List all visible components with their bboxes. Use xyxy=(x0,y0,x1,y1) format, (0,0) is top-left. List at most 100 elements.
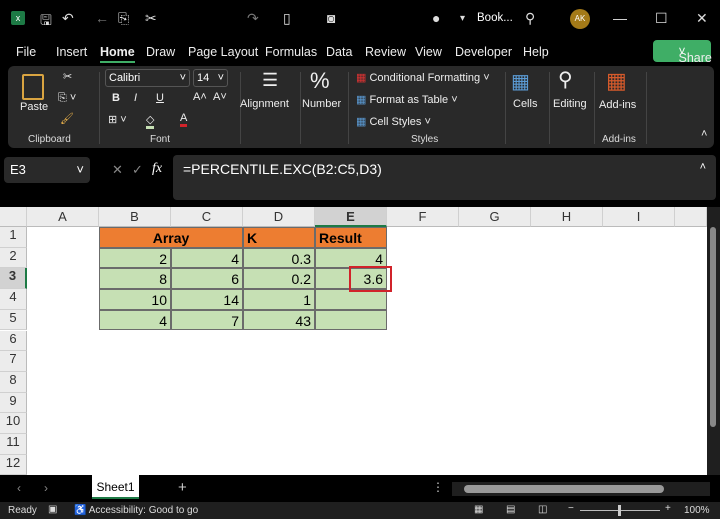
redo-icon[interactable]: ↷ xyxy=(247,10,259,27)
back-icon[interactable]: ← xyxy=(95,10,109,26)
cell-C3[interactable]: 6 xyxy=(171,268,243,290)
cell-styles-button[interactable]: ▦ Cell Styles ˅ xyxy=(356,115,431,128)
new-file-icon[interactable]: ▯ xyxy=(283,10,291,27)
column-header-F[interactable]: F xyxy=(387,207,459,227)
column-header-D[interactable]: D xyxy=(243,207,315,227)
cell-E5[interactable] xyxy=(315,309,387,331)
font-color-icon[interactable]: A xyxy=(180,112,188,127)
cancel-icon[interactable]: ✕ xyxy=(112,162,123,178)
row-header-2[interactable]: 2 xyxy=(0,247,27,269)
underline-button[interactable]: U xyxy=(156,92,164,104)
cut-icon[interactable]: ✂ xyxy=(63,70,72,83)
row-header-4[interactable]: 4 xyxy=(0,289,27,310)
cells-button[interactable]: Cells xyxy=(513,98,537,110)
column-header-partial[interactable] xyxy=(675,207,707,227)
number-button[interactable]: Number xyxy=(302,98,341,110)
selected-cell-E3[interactable] xyxy=(349,266,392,293)
row-header-10[interactable]: 10 xyxy=(0,413,27,434)
menu-review[interactable]: Review xyxy=(365,45,406,59)
maximize-icon[interactable]: ☐ xyxy=(655,10,668,27)
cell-D2[interactable]: 0.3 xyxy=(243,247,315,269)
cell-C2[interactable]: 4 xyxy=(171,247,243,269)
cell-C4[interactable]: 14 xyxy=(171,289,243,310)
italic-button[interactable]: I xyxy=(134,92,137,104)
cell-B1-array-header[interactable]: Array xyxy=(99,227,243,248)
row-header-3[interactable]: 3 xyxy=(0,268,27,290)
row-header-8[interactable]: 8 xyxy=(0,371,27,393)
cell-D5[interactable]: 43 xyxy=(243,309,315,331)
column-header-E[interactable]: E xyxy=(315,207,387,227)
sheet-tab-sheet1[interactable]: Sheet1 xyxy=(92,475,139,499)
record-icon[interactable]: ● xyxy=(432,10,440,26)
addins-button[interactable]: Add-ins xyxy=(599,99,636,111)
editing-button[interactable]: Editing xyxy=(553,98,587,110)
alignment-button[interactable]: Alignment xyxy=(240,98,289,110)
customize-icon[interactable]: ▾ xyxy=(460,13,465,24)
normal-view-icon[interactable]: ▦ xyxy=(474,504,483,515)
row-header-12[interactable]: 12 xyxy=(0,454,27,476)
accessibility-status[interactable]: ♿ Accessibility: Good to go xyxy=(74,505,198,516)
borders-icon[interactable]: ⊞ ˅ xyxy=(108,113,127,126)
cell-B3[interactable]: 8 xyxy=(99,268,171,290)
zoom-out-icon[interactable]: − xyxy=(568,503,574,514)
copy-icon[interactable]: ⎘ ˅ xyxy=(58,92,76,105)
increase-font-icon[interactable]: A˄ xyxy=(193,91,207,103)
row-header-1[interactable]: 1 xyxy=(0,227,27,248)
page-break-view-icon[interactable]: ◫ xyxy=(538,504,547,515)
row-header-5[interactable]: 5 xyxy=(0,309,27,331)
save-icon[interactable]: 🖫 xyxy=(40,10,52,34)
cell-E1-result-header[interactable]: Result xyxy=(315,227,387,248)
macro-icon[interactable]: ▣ xyxy=(48,504,57,515)
zoom-level[interactable]: 100% xyxy=(684,505,710,516)
cell-B2[interactable]: 2 xyxy=(99,247,171,269)
menu-insert[interactable]: Insert xyxy=(56,45,87,59)
cell-E2[interactable]: 4 xyxy=(315,247,387,269)
camera-icon[interactable]: ◙ xyxy=(327,10,335,26)
column-header-C[interactable]: C xyxy=(171,207,243,227)
share-button[interactable]: Share ˅ xyxy=(653,40,712,65)
decrease-font-icon[interactable]: A˅ xyxy=(213,91,227,103)
prev-sheet-icon[interactable]: ‹ xyxy=(17,481,21,495)
menu-home[interactable]: Home xyxy=(100,45,135,63)
select-all-corner[interactable] xyxy=(0,207,27,227)
more-options-icon[interactable]: ⋮ xyxy=(432,480,444,494)
column-header-I[interactable]: I xyxy=(603,207,675,227)
row-header-11[interactable]: 11 xyxy=(0,434,27,455)
menu-page-layout[interactable]: Page Layout xyxy=(188,45,258,59)
menu-draw[interactable]: Draw xyxy=(146,45,175,59)
cell-D1-k-header[interactable]: K xyxy=(243,227,315,248)
bold-button[interactable]: B xyxy=(112,92,120,104)
collapse-ribbon-icon[interactable]: ˄ xyxy=(701,128,707,140)
zoom-slider[interactable] xyxy=(580,505,660,516)
page-layout-view-icon[interactable]: ▤ xyxy=(506,504,515,515)
cell-B4[interactable]: 10 xyxy=(99,289,171,310)
conditional-formatting-button[interactable]: ▦ Conditional Formatting ˅ xyxy=(356,71,490,84)
formula-input[interactable]: =PERCENTILE.EXC(B2:C5,D3) ˄ xyxy=(173,155,716,200)
insert-function-button[interactable]: fx xyxy=(152,161,162,177)
format-painter-icon[interactable]: 🖌 xyxy=(60,112,74,125)
search-icon[interactable]: ⚲ xyxy=(525,10,535,27)
undo-icon[interactable]: ↶ xyxy=(62,10,74,27)
paste-icon[interactable] xyxy=(22,74,44,100)
menu-help[interactable]: Help xyxy=(523,45,549,59)
horizontal-scrollbar[interactable] xyxy=(452,482,710,496)
menu-formulas[interactable]: Formulas xyxy=(265,45,317,59)
cell-D4[interactable]: 1 xyxy=(243,289,315,310)
close-icon[interactable]: ✕ xyxy=(696,10,708,27)
add-sheet-icon[interactable]: + xyxy=(178,479,187,496)
font-size-select[interactable]: 14 ˅ xyxy=(193,69,228,87)
vertical-scrollbar[interactable] xyxy=(707,207,720,475)
fill-color-icon[interactable]: ◇ xyxy=(146,113,155,129)
next-sheet-icon[interactable]: › xyxy=(44,481,48,495)
menu-developer[interactable]: Developer xyxy=(455,45,512,59)
cut-icon[interactable]: ✂ xyxy=(145,10,157,27)
row-header-7[interactable]: 7 xyxy=(0,351,27,372)
row-header-9[interactable]: 9 xyxy=(0,392,27,414)
column-header-H[interactable]: H xyxy=(531,207,603,227)
name-box[interactable]: E3 ˅ xyxy=(4,157,90,183)
format-as-table-button[interactable]: ▦ Format as Table ˅ xyxy=(356,93,458,106)
column-header-B[interactable]: B xyxy=(99,207,171,227)
paste-button[interactable]: Paste xyxy=(20,101,48,113)
zoom-in-icon[interactable]: + xyxy=(665,503,671,514)
spreadsheet-grid[interactable]: A B C D E F G H I 1 2 3 4 5 6 7 8 9 10 11 12 Array K Result 2 4 0.… xyxy=(0,207,707,476)
